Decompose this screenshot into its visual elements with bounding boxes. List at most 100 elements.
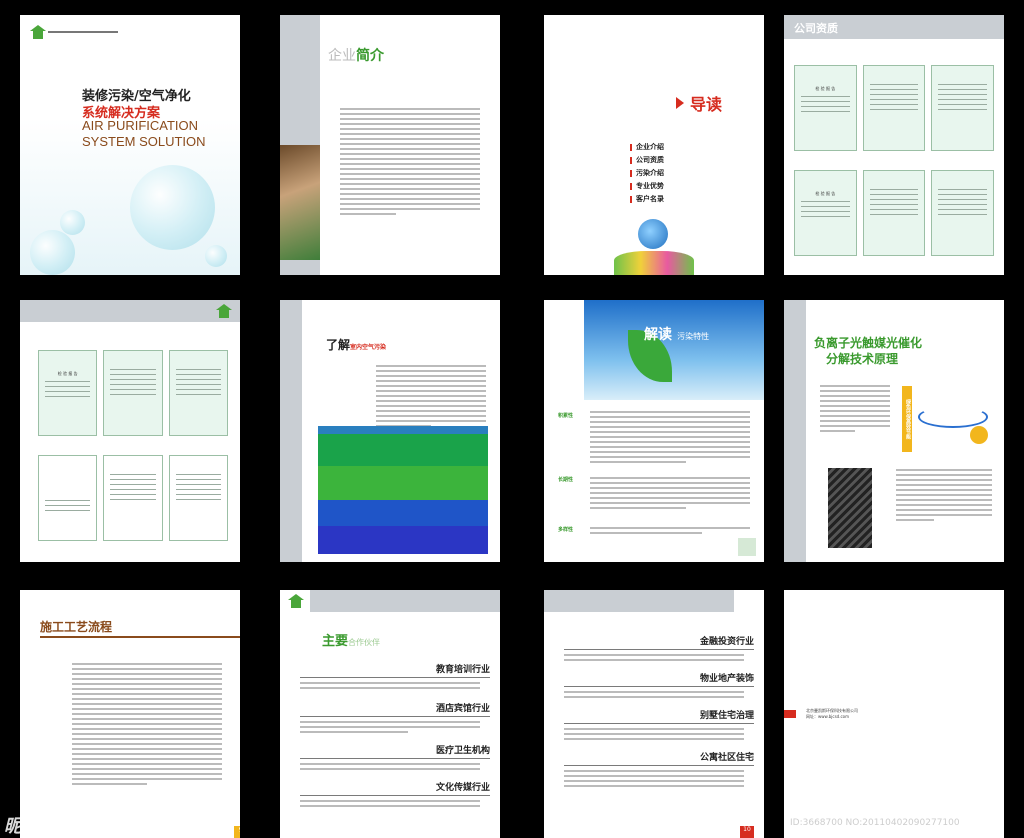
partners-page-2: 金融投资行业 物业地产装饰 别墅住宅治理 公寓社区住宅 10 [544,590,764,838]
certificate [931,170,994,256]
partners-title-main: 主要 [322,634,349,649]
understand-title-sub: 室内空气污染 [350,344,387,351]
understand-body-text [376,362,486,430]
bubble-image [205,245,227,267]
logo-house-icon [30,25,46,39]
cover-title-en-2: SYSTEM SOLUTION [82,134,206,149]
watermark-logo: 昵享网 [4,816,58,837]
ion-title-1: 负离子光触媒光催化 [814,336,923,350]
back-cover-page: 北京曼凯斯环保科技有限公司 网址：www.bjcsd.com [784,590,1004,838]
back-red-mark [784,710,796,718]
negative-ion-page: 负离子光触媒光催化 分解技术原理 绿色环保高效节能 [784,300,1004,562]
intro-page: 企业简介 [280,15,500,275]
bubble-image [60,210,85,235]
ion-body-text [820,382,890,435]
cert-grid [38,455,228,541]
bubble-image [30,230,75,275]
logo-company-line [48,31,118,33]
partner-section-heading: 公寓社区住宅 [699,753,754,763]
certificate: 检 验 报 告 [794,65,857,151]
gray-band [20,300,240,322]
gray-band [784,300,806,562]
construction-rule [40,636,240,638]
partner-section-heading: 文化传媒行业 [435,783,490,793]
gray-band [310,590,500,612]
qualification-title: 公司资质 [794,22,838,35]
globe-illustration [614,215,694,275]
intro-photo [280,145,320,260]
certificate [931,65,994,151]
corner-mark [738,538,756,556]
toc-item[interactable]: 公司资质 [630,155,664,165]
partner-section-heading: 物业地产装饰 [699,674,754,684]
certificate [862,65,926,151]
toc-item[interactable]: 专业优势 [630,181,664,191]
construction-page: 施工工艺流程 9 [20,590,240,838]
intro-body-text [340,105,480,218]
toc-item[interactable]: 客户名录 [630,194,664,204]
construction-title: 施工工艺流程 [40,620,113,634]
guide-toc: 企业介绍 公司资质 污染介绍 专业优势 客户名录 [630,139,664,207]
toc-item[interactable]: 企业介绍 [630,142,664,152]
partner-section-heading: 医疗卫生机构 [435,746,490,756]
certificate [103,455,163,541]
watermark-bar: 昵享网 www.nipic.com ID:3668700 NO:20110402… [0,808,1024,838]
understand-page: 了解室内空气污染 [280,300,500,562]
explain-body-text [590,474,750,512]
side-label: 积累性 [558,413,574,419]
sky-leaf-image [584,300,764,400]
partners-page: 主要合作伙伴 教育培训行业 酒店宾馆行业 医疗卫生机构 文化传媒行业 [280,590,500,838]
partners-title: 主要合作伙伴 [322,630,380,649]
side-label: 多样性 [558,527,574,533]
partner-section-heading: 教育培训行业 [435,665,490,675]
explain-title: 解读 污染特性 [644,324,709,344]
construction-steps-text [72,660,222,788]
certificate [38,455,98,541]
intro-title: 企业简介 [328,45,384,65]
explain-page: 解读 污染特性 积累性 长期性 多样性 [544,300,764,562]
certificate [103,350,163,436]
certificate [168,455,228,541]
explain-title-sub: 污染特性 [677,332,710,341]
partner-section-heading: 别墅住宅治理 [699,711,754,721]
partner-sections: 金融投资行业 物业地产装饰 别墅住宅治理 公寓社区住宅 [564,634,754,790]
certificate: 检 验 报 告 [38,350,98,436]
guide-arrow-icon [676,97,684,109]
watermark-id: ID:3668700 NO:20110402090277100 [790,818,960,828]
qualification-page: 公司资质 检 验 报 告 检 验 报 告 [784,15,1004,275]
pollution-table [318,426,488,554]
gray-band [544,590,734,612]
ion-diagram-label: 绿色环保高效节能 [902,386,912,452]
cover-title-en-1: AIR PURIFICATION [82,118,199,133]
logo-house-icon [288,594,304,608]
certificate: 检 验 报 告 [794,170,857,256]
toc-item[interactable]: 污染介绍 [630,168,664,178]
ion-diagram: 绿色环保高效节能 [898,386,998,456]
logo-house-icon [216,304,232,318]
cert-grid: 检 验 报 告 [794,65,994,151]
side-label: 长期性 [558,477,574,483]
watermark-url: www.nipic.com [84,818,167,831]
explain-title-main: 解读 [644,327,672,343]
gray-band [280,300,302,562]
bubble-image [130,165,215,250]
intro-title-prefix: 企业 [328,48,356,64]
certificate [168,350,228,436]
cert-grid: 检 验 报 告 [794,170,994,256]
explain-body-text [590,408,750,466]
partner-sections: 教育培训行业 酒店宾馆行业 医疗卫生机构 文化传媒行业 [300,662,490,810]
understand-title: 了解室内空气污染 [326,334,386,353]
certificates-page-2: 检 验 报 告 [20,300,240,562]
partners-title-sub: 合作伙伴 [348,638,381,647]
partner-section-heading: 酒店宾馆行业 [435,704,490,714]
cert-grid: 检 验 报 告 [38,350,228,436]
understand-title-main: 了解 [326,338,351,352]
intro-title-main: 简介 [356,48,384,64]
partner-section-heading: 金融投资行业 [699,637,754,647]
ion-body-text [896,466,992,524]
ion-title-2: 分解技术原理 [826,352,899,366]
molecule-image [828,468,872,548]
cover-page: 装修污染/空气净化 系统解决方案 AIR PURIFICATION SYSTEM… [20,15,240,275]
guide-page: 导读 企业介绍 公司资质 污染介绍 专业优势 客户名录 [544,15,764,275]
guide-title: 导读 [690,95,723,114]
